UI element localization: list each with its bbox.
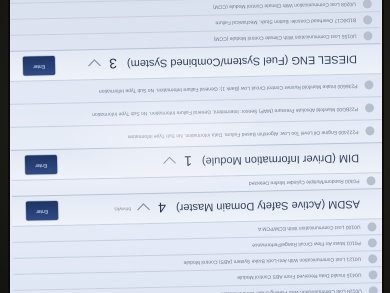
status-dot-icon [367,222,377,232]
module-name: DIM (Driver Information Module) [201,152,360,168]
row-spacer [55,65,82,66]
status-dot-icon [367,238,377,248]
status-dot-icon [365,126,375,136]
dtc-description: P22BD00 Manifold Absolute Pressure (MAP)… [92,105,359,118]
row-spacer [57,162,157,164]
row-spacer [58,209,114,210]
status-dot-icon [364,80,374,90]
module-name: ASDM (Active Safety Domain Master) [175,198,361,214]
device-screen: U0128 Lost Communication With Parking Br… [8,0,384,293]
dtc-count: 1 [184,153,193,170]
status-dot-icon [364,103,375,113]
module-name: DIESEL ENG (Fuel System/Combined System) [126,53,358,70]
dtc-description: U0100 Lost Communication With ECM/PCM A [257,224,361,233]
status-dot-icon [366,176,376,186]
dtc-description: P236600 Intake Manifold Runner Control C… [98,82,358,95]
dtc-description: P0101 Mass Air Flow Circuit Range/Perfor… [252,240,361,249]
status-dot-icon [363,31,373,41]
chevron-down-icon[interactable] [137,203,150,217]
dtc-description: U0128 Lost Communication With Parking Br… [220,288,362,293]
photo-background: U0128 Lost Communication With Parking Br… [0,0,390,293]
dtc-description: P222400 Engine Oil Level Too Low: Algori… [127,128,359,140]
status-dot-icon [362,0,372,9]
status-dot-icon [368,254,378,264]
module-code: bnvwks [114,205,132,213]
status-dot-icon [368,286,378,293]
chevron-down-icon[interactable] [163,157,176,170]
status-dot-icon [368,270,378,280]
dtc-description: U0121 Lost Communication With Anti-Lock … [183,256,362,266]
dtc-description: U0155 Lost Communication With Climate Co… [213,33,357,43]
enter-module-button[interactable]: Enter [22,55,56,76]
dtc-count: 4 [158,200,167,217]
chevron-down-icon[interactable] [88,59,101,73]
dtc-description: U0208 Lost Communication With Climate Co… [212,1,356,11]
status-dot-icon [363,15,373,25]
dtc-description: B1D0C17 Overhead Console: Button Stuck. … [215,17,357,27]
enter-module-button[interactable]: Enter [24,154,58,175]
dtc-count: 3 [108,56,118,73]
dtc-module-list: U0128 Lost Communication With Parking Br… [8,0,384,293]
dtc-description: P0300 Random/Multiple Cylinder Misfire D… [248,178,360,187]
dtc-description: U0415 Invalid Data Received From ABS Con… [237,272,362,281]
enter-module-button[interactable]: Enter [25,200,59,221]
